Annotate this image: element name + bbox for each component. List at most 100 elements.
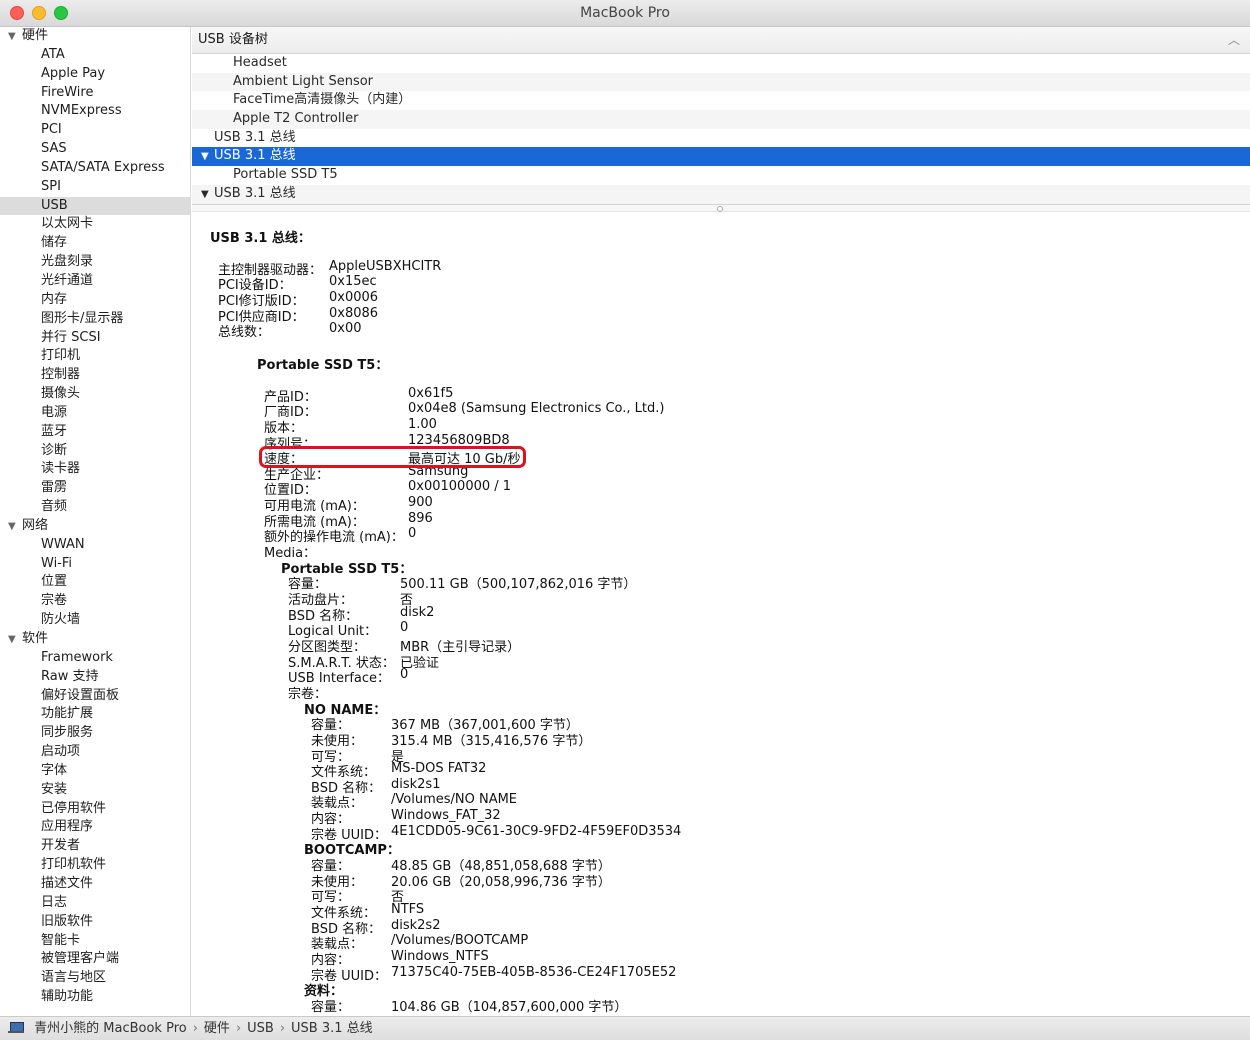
sidebar-item[interactable]: 摄像头 [0, 385, 190, 404]
tree-row[interactable]: Portable SSD T5 [192, 166, 1250, 185]
tree-row-label: USB 3.1 总线 [214, 129, 296, 145]
tree-header[interactable]: USB 设备树 ︿ [192, 27, 1250, 54]
sidebar-item[interactable]: 光盘刻录 [0, 253, 190, 272]
path-item[interactable]: 青州小熊的 MacBook Pro [34, 1021, 187, 1036]
path-bar: 青州小熊的 MacBook Pro › 硬件 › USB › USB 3.1 总线 [0, 1016, 1250, 1040]
sidebar-item[interactable]: WWAN [0, 536, 190, 555]
tree-row[interactable]: ▼ USB 3.1 总线 [192, 184, 1250, 204]
tree-row-label: USB 3.1 总线 [214, 185, 296, 201]
property-value: disk2 [400, 604, 435, 620]
sidebar-item[interactable]: PCI [0, 121, 190, 140]
sidebar-item[interactable]: FireWire [0, 84, 190, 103]
sidebar-item[interactable]: 功能扩展 [0, 705, 190, 724]
sidebar-item[interactable]: 字体 [0, 762, 190, 781]
tree-row-label: Apple T2 Controller [233, 111, 359, 127]
tree-row[interactable]: Headset [192, 54, 1250, 73]
sidebar-item[interactable]: 诊断 [0, 442, 190, 461]
disclosure-triangle-icon[interactable]: ▼ [8, 28, 22, 47]
sidebar-item[interactable]: 雷雳 [0, 479, 190, 498]
sidebar-item[interactable]: 打印机软件 [0, 856, 190, 875]
sidebar-group-label: 软件 [22, 631, 49, 646]
sidebar-item[interactable]: 内存 [0, 291, 190, 310]
property-value: 0x0006 [329, 289, 379, 305]
sidebar-item[interactable]: ATA [0, 46, 190, 65]
property-value: 315.4 MB（315,416,576 字节） [391, 733, 592, 749]
property-value: 0 [400, 667, 409, 683]
tree-row-label: USB 3.1 总线 [214, 148, 296, 164]
sidebar-item[interactable]: SPI [0, 178, 190, 197]
sidebar-item[interactable]: Framework [0, 649, 190, 668]
sidebar-item[interactable]: 光纤通道 [0, 272, 190, 291]
sidebar-item[interactable]: 图形卡/显示器 [0, 310, 190, 329]
sidebar-item[interactable]: 防火墙 [0, 611, 190, 630]
disclosure-triangle-icon[interactable]: ▼ [8, 631, 22, 650]
sidebar-item[interactable]: 同步服务 [0, 724, 190, 743]
sidebar-item[interactable]: NVMExpress [0, 102, 190, 121]
detail-pane: USB 3.1 总线： 主控制器驱动器： AppleUSBXHCITR PCI设备ID… [192, 213, 1250, 1016]
path-item[interactable]: 硬件 [204, 1021, 230, 1036]
sidebar-item[interactable]: 读卡器 [0, 460, 190, 479]
sidebar-item[interactable]: 描述文件 [0, 875, 190, 894]
chevron-up-icon[interactable]: ︿ [1228, 27, 1240, 53]
splitter-handle-icon[interactable] [717, 206, 723, 212]
sidebar-group-0[interactable]: ▼ 硬件 [0, 27, 190, 46]
property-value: 896 [408, 510, 433, 526]
sidebar-item[interactable]: SAS [0, 140, 190, 159]
sidebar-item[interactable]: 以太网卡 [0, 215, 190, 234]
sidebar-item[interactable]: SATA/SATA Express [0, 159, 190, 178]
sidebar-group-1[interactable]: ▼ 网络 [0, 517, 190, 536]
sidebar-item[interactable]: 旧版软件 [0, 913, 190, 932]
tree-row[interactable]: USB 3.1 总线 [192, 129, 1250, 148]
sidebar-group-2[interactable]: ▼ 软件 [0, 630, 190, 649]
sidebar-item[interactable]: USB [0, 196, 190, 216]
sidebar-item[interactable]: 启动项 [0, 743, 190, 762]
property-value: Windows_FAT_32 [391, 808, 501, 824]
property-key: 总线数： [218, 325, 271, 341]
sidebar-item[interactable]: Raw 支持 [0, 668, 190, 687]
sidebar-item[interactable]: 语言与地区 [0, 969, 190, 988]
disclosure-triangle-icon[interactable]: ▼ [8, 518, 22, 537]
sidebar-item[interactable]: 蓝牙 [0, 423, 190, 442]
sidebar-item[interactable]: 开发者 [0, 837, 190, 856]
sidebar-item[interactable]: 位置 [0, 573, 190, 592]
sidebar-item[interactable]: 应用程序 [0, 818, 190, 837]
pane-splitter[interactable] [192, 204, 1250, 212]
sidebar-item[interactable]: 被管理客户端 [0, 950, 190, 969]
tree-row[interactable]: ▼ USB 3.1 总线 [192, 147, 1250, 167]
sidebar-group-label: 网络 [22, 517, 49, 533]
property-value: 0x8086 [329, 305, 379, 321]
tree-row[interactable]: Ambient Light Sensor [192, 72, 1250, 92]
sidebar-item[interactable]: 日志 [0, 894, 190, 913]
disclosure-triangle-icon[interactable]: ▼ [201, 148, 214, 167]
sidebar-item[interactable]: 已停用软件 [0, 800, 190, 819]
sidebar-item[interactable]: 并行 SCSI [0, 329, 190, 348]
sidebar-item[interactable]: 安装 [0, 781, 190, 800]
sidebar-item[interactable]: 偏好设置面板 [0, 687, 190, 706]
usb-device-tree: Headset Ambient Light Sensor FaceTime高清摄像头… [192, 54, 1250, 204]
sidebar-item[interactable]: 音频 [0, 498, 190, 517]
property-value: 20.06 GB（20,058,996,736 字节） [391, 874, 611, 890]
speed-highlight-box [259, 446, 526, 468]
sidebar-item[interactable]: Apple Pay [0, 65, 190, 84]
sidebar-item[interactable]: 打印机 [0, 347, 190, 366]
path-item[interactable]: USB 3.1 总线 [291, 1021, 373, 1036]
chevron-right-icon: › [192, 1021, 198, 1036]
section-heading: USB 3.1 总线： [210, 231, 311, 246]
sidebar: ▼ 硬件 ATA Apple Pay FireWire NVMExpress PCI SAS S… [0, 27, 191, 1016]
tree-row-label: Headset [233, 55, 287, 70]
sidebar-item[interactable]: 智能卡 [0, 932, 190, 951]
path-item[interactable]: USB [247, 1021, 274, 1036]
property-value: /Volumes/NO NAME [391, 792, 518, 808]
disclosure-triangle-icon[interactable]: ▼ [201, 186, 214, 204]
tree-row[interactable]: Apple T2 Controller [192, 110, 1250, 129]
sidebar-item[interactable]: 宗卷 [0, 592, 190, 611]
property-value: NTFS [391, 902, 425, 917]
sidebar-item[interactable]: 电源 [0, 404, 190, 423]
tree-row[interactable]: FaceTime高清摄像头（内建） [192, 91, 1250, 110]
property-value: 0x00100000 / 1 [408, 479, 512, 495]
sidebar-item[interactable]: 辅助功能 [0, 988, 190, 1007]
sidebar-item[interactable]: 控制器 [0, 366, 190, 385]
sidebar-item[interactable]: 储存 [0, 234, 190, 253]
sidebar-group-label: 硬件 [22, 28, 49, 43]
sidebar-item[interactable]: Wi-Fi [0, 555, 190, 574]
